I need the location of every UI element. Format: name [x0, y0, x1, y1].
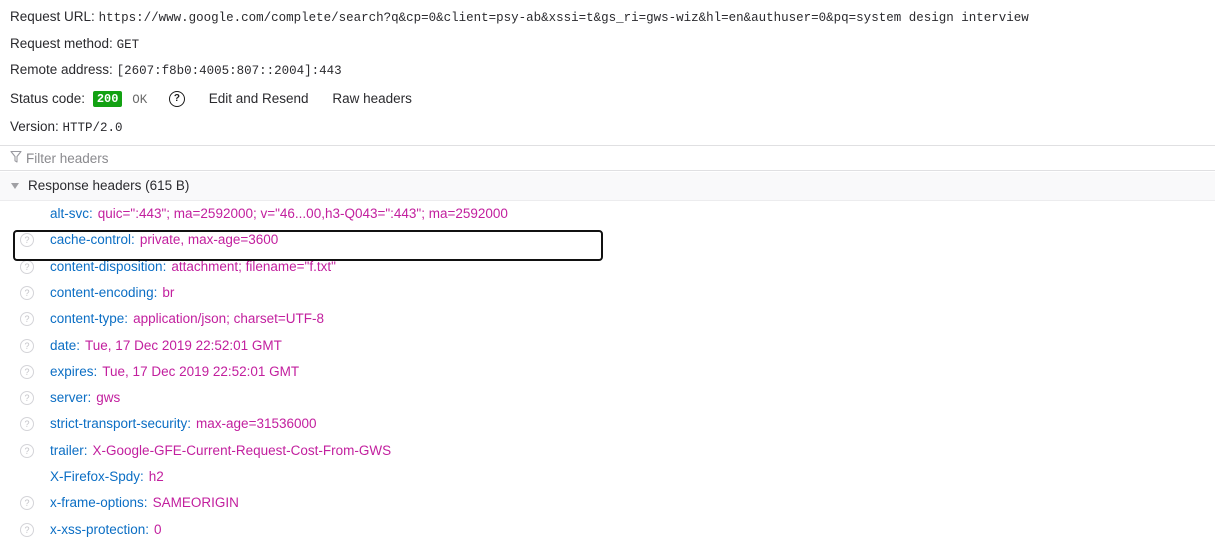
header-name: x-frame-options	[50, 495, 148, 510]
header-value: private, max-age=3600	[139, 232, 279, 248]
status-badge: 200	[92, 91, 123, 108]
request-url-value[interactable]: https://www.google.com/complete/search?q…	[99, 11, 1029, 25]
header-value: application/json; charset=UTF-8	[133, 311, 325, 327]
header-name: trailer	[50, 443, 88, 458]
header-entry: content-disposition attachment; filename=…	[50, 255, 336, 279]
remote-address-row: Remote address: [2607:f8b0:4005:807::200…	[10, 57, 1215, 83]
chevron-down-icon	[11, 183, 19, 189]
header-entry: x-frame-options SAMEORIGIN	[50, 491, 239, 515]
header-entry: x-xss-protection 0	[50, 518, 162, 542]
question-circle-icon[interactable]: ?	[20, 364, 34, 379]
version-label: Version:	[10, 119, 59, 134]
header-entry: server gws	[50, 386, 120, 410]
header-row-date[interactable]: ? date Tue, 17 Dec 2019 22:52:01 GMT	[0, 334, 1215, 358]
header-value: quic=":443"; ma=2592000; v="46...00,h3-Q…	[97, 206, 508, 221]
header-entry: trailer X-Google-GFE-Current-Request-Cost…	[50, 439, 391, 463]
header-value: br	[162, 284, 175, 300]
raw-headers-toggle[interactable]: Raw headers	[332, 86, 412, 112]
request-url-label: Request URL:	[10, 9, 95, 24]
header-row-expires[interactable]: ? expires Tue, 17 Dec 2019 22:52:01 GMT	[0, 360, 1215, 384]
question-circle-icon[interactable]: ?	[20, 233, 34, 248]
remote-address-value: [2607:f8b0:4005:807::2004]:443	[116, 64, 342, 78]
header-row-cache-control[interactable]: ? cache-control private, max-age=3600	[0, 228, 1215, 252]
question-circle-icon[interactable]: ?	[20, 312, 34, 327]
status-code-row: Status code: 200 OK ? Edit and Resend Ra…	[10, 86, 1215, 112]
header-value: gws	[96, 390, 121, 406]
header-name: strict-transport-security	[50, 416, 191, 431]
header-row-content-encoding[interactable]: ? content-encoding br	[0, 281, 1215, 305]
question-circle-icon[interactable]: ?	[20, 522, 34, 537]
status-text: OK	[132, 93, 148, 107]
header-name: alt-svc	[50, 206, 93, 221]
header-value: SAMEORIGIN	[152, 495, 239, 511]
question-circle-icon[interactable]: ?	[168, 91, 185, 108]
header-entry: expires Tue, 17 Dec 2019 22:52:01 GMT	[50, 360, 299, 384]
header-name: date	[50, 338, 80, 353]
question-circle-icon[interactable]: ?	[20, 417, 34, 432]
header-row-server[interactable]: ? server gws	[0, 386, 1215, 410]
request-method-label: Request method:	[10, 36, 113, 51]
response-headers-title: Response headers (615 B)	[28, 178, 190, 193]
header-name: content-encoding	[50, 285, 157, 300]
header-row-x-xss-protection[interactable]: ? x-xss-protection 0	[0, 518, 1215, 542]
header-entry: cache-control private, max-age=3600	[50, 228, 278, 252]
header-value: h2	[148, 469, 164, 484]
header-entry: alt-svc quic=":443"; ma=2592000; v="46...…	[50, 202, 508, 226]
header-name: content-disposition	[50, 259, 166, 274]
header-name: expires	[50, 364, 97, 379]
header-name: cache-control	[50, 232, 135, 247]
header-row-alt-svc[interactable]: alt-svc quic=":443"; ma=2592000; v="46...…	[0, 202, 1215, 226]
header-row-x-firefox-spdy[interactable]: X-Firefox-Spdy h2	[0, 465, 1215, 489]
response-headers-toggle[interactable]: Response headers (615 B)	[0, 172, 1215, 201]
remote-address-label: Remote address:	[10, 62, 113, 77]
header-name: X-Firefox-Spdy	[50, 469, 144, 484]
question-circle-icon[interactable]: ?	[20, 285, 34, 300]
request-method-value: GET	[116, 38, 140, 52]
header-entry: X-Firefox-Spdy h2	[50, 465, 164, 489]
question-circle-icon[interactable]: ?	[20, 391, 34, 406]
filter-bar	[0, 145, 1215, 171]
header-row-x-frame-options[interactable]: ? x-frame-options SAMEORIGIN	[0, 491, 1215, 515]
version-row: Version: HTTP/2.0	[10, 114, 1215, 140]
header-name: content-type	[50, 311, 128, 326]
header-value: 0	[154, 521, 162, 537]
header-value: max-age=31536000	[196, 416, 317, 432]
header-entry: content-type application/json; charset=UT…	[50, 307, 324, 331]
question-circle-icon[interactable]: ?	[20, 496, 34, 511]
header-name: server	[50, 390, 91, 405]
header-entry: content-encoding br	[50, 281, 174, 305]
funnel-icon	[10, 150, 22, 163]
header-entry: date Tue, 17 Dec 2019 22:52:01 GMT	[50, 334, 282, 358]
header-row-content-disposition[interactable]: ? content-disposition attachment; filename…	[0, 255, 1215, 279]
request-url-row: Request URL: https://www.google.com/comp…	[10, 4, 1215, 30]
header-value: Tue, 17 Dec 2019 22:52:01 GMT	[85, 337, 282, 353]
header-value: Tue, 17 Dec 2019 22:52:01 GMT	[102, 363, 300, 379]
question-circle-icon[interactable]: ?	[20, 443, 34, 458]
filter-headers-input[interactable]	[26, 147, 626, 169]
header-name: x-xss-protection	[50, 522, 149, 537]
header-row-trailer[interactable]: ? trailer X-Google-GFE-Current-Request-Cos…	[0, 439, 1215, 463]
edit-and-resend-button[interactable]: Edit and Resend	[209, 86, 309, 112]
request-method-row: Request method: GET	[10, 31, 1215, 57]
version-value: HTTP/2.0	[62, 121, 123, 135]
header-value: attachment; filename="f.txt"	[171, 258, 336, 274]
status-code-label: Status code:	[10, 91, 86, 106]
question-circle-icon[interactable]: ?	[20, 259, 34, 274]
header-entry: strict-transport-security max-age=3153600…	[50, 412, 317, 436]
header-row-strict-transport-security[interactable]: ? strict-transport-security max-age=315360…	[0, 412, 1215, 436]
question-circle-icon[interactable]: ?	[20, 338, 34, 353]
header-value: X-Google-GFE-Current-Request-Cost-From-G…	[92, 442, 392, 458]
header-row-content-type[interactable]: ? content-type application/json; charset=U…	[0, 307, 1215, 331]
